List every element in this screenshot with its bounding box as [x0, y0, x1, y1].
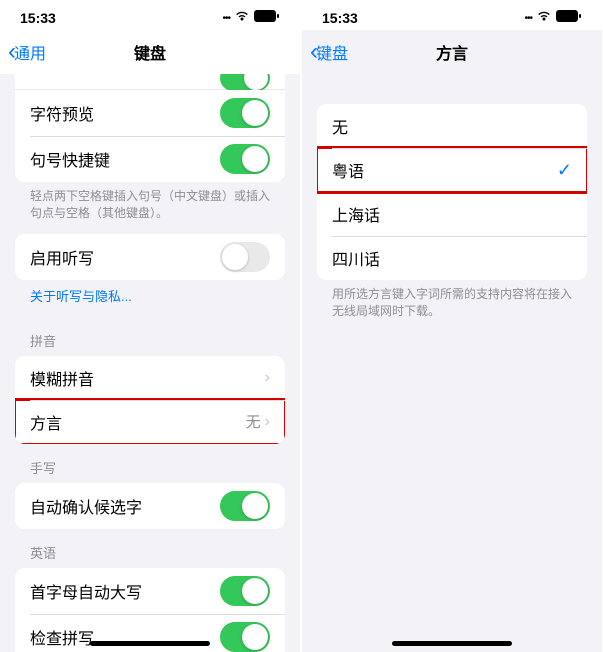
status-indicators: ••• [222, 9, 280, 27]
footer-note: 轻点两下空格键插入句号（中文键盘）或插入句点与空格（其他键盘）。 [0, 182, 300, 234]
nav-title: 方言 [436, 40, 468, 64]
dots-indicator: ••• [222, 13, 230, 24]
home-indicator[interactable] [392, 641, 512, 646]
status-bar: 15:33 ••• [0, 0, 300, 30]
toggle-switch[interactable] [220, 576, 270, 606]
row-label: 四川话 [332, 246, 380, 270]
toggle-switch[interactable] [220, 144, 270, 174]
row-dialect-sichuanese[interactable]: 四川话 [317, 236, 587, 280]
battery-icon [254, 9, 280, 27]
nav-title: 键盘 [134, 40, 166, 64]
checkmark-icon: ✓ [557, 160, 572, 181]
toggle-switch[interactable] [220, 242, 270, 272]
row-label: 自动确认候选字 [30, 494, 142, 518]
nav-back-button[interactable]: ‹ 键盘 [310, 40, 348, 64]
wifi-icon [536, 9, 552, 27]
row-char-preview[interactable]: 字符预览 [15, 90, 285, 136]
nav-bar: ‹ 通用 键盘 [0, 30, 300, 74]
row-dialect-shanghainese[interactable]: 上海话 [317, 192, 587, 236]
battery-icon [556, 9, 582, 27]
dots-indicator: ••• [524, 13, 532, 24]
row-dialect-none[interactable]: 无 [317, 104, 587, 148]
nav-back-label: 键盘 [316, 40, 348, 64]
row-label: 字符预览 [30, 101, 94, 125]
row-label: 句号快捷键 [30, 147, 110, 171]
nav-back-label: 通用 [14, 40, 46, 64]
row-label: 首字母自动大写 [30, 579, 142, 603]
toggle-switch[interactable] [220, 74, 270, 91]
row-label: 上海话 [332, 202, 380, 226]
row-label: 模糊拼音 [30, 366, 94, 390]
section-header-handwriting: 手写 [0, 444, 300, 483]
chevron-right-icon: › [265, 369, 270, 387]
status-indicators: ••• [524, 9, 582, 27]
row-dialect-cantonese[interactable]: 粤语 ✓ [317, 148, 587, 192]
partial-row [15, 74, 285, 90]
nav-bar: ‹ 键盘 方言 [302, 30, 602, 74]
row-label: 启用听写 [30, 245, 94, 269]
section-header-pinyin: 拼音 [0, 317, 300, 356]
row-spell-check[interactable]: 检查拼写 [15, 614, 285, 652]
row-dialect[interactable]: 方言 无 › [15, 400, 285, 444]
row-enable-dictation[interactable]: 启用听写 [15, 234, 285, 280]
wifi-icon [234, 9, 250, 27]
status-bar: 15:33 ••• [302, 0, 602, 30]
status-time: 15:33 [20, 10, 56, 26]
row-period-shortcut[interactable]: 句号快捷键 [15, 136, 285, 182]
row-label: 方言 [30, 410, 62, 434]
toggle-switch[interactable] [220, 622, 270, 652]
row-auto-confirm[interactable]: 自动确认候选字 [15, 483, 285, 529]
row-fuzzy-pinyin[interactable]: 模糊拼音 › [15, 356, 285, 400]
section-header-english: 英语 [0, 529, 300, 568]
row-label: 无 [332, 114, 348, 138]
toggle-switch[interactable] [220, 491, 270, 521]
dictation-privacy-link[interactable]: 关于听写与隐私... [0, 280, 300, 317]
home-indicator[interactable] [90, 641, 210, 646]
toggle-switch[interactable] [220, 98, 270, 128]
row-value: 无 [246, 411, 261, 432]
status-time: 15:33 [322, 10, 358, 26]
footer-note: 用所选方言键入字词所需的支持内容将在接入无线局域网时下载。 [302, 280, 602, 332]
nav-back-button[interactable]: ‹ 通用 [8, 40, 46, 64]
row-auto-cap[interactable]: 首字母自动大写 [15, 568, 285, 614]
row-label: 粤语 [332, 158, 364, 182]
chevron-right-icon: › [265, 413, 270, 431]
row-label: 检查拼写 [30, 625, 94, 649]
